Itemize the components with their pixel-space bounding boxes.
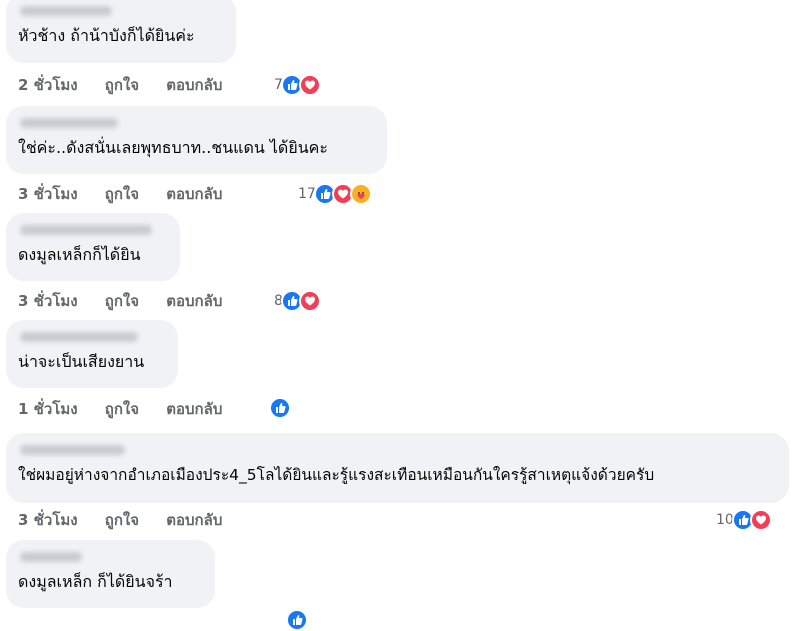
comment-text: หัวช้าง ถ้าน้าบังก็ได้ยินค่ะ: [18, 26, 195, 45]
like-icon: [269, 397, 291, 419]
reaction-summary[interactable]: [269, 397, 291, 419]
like-icon: [286, 609, 308, 631]
comment-actions: 3 ชั่วโมง ถูกใจ ตอบกลับ: [18, 289, 244, 313]
like-button[interactable]: ถูกใจ: [105, 397, 139, 421]
love-icon: [298, 290, 321, 312]
comment-actions: 2 ชั่วโมง ถูกใจ ตอบกลับ: [18, 73, 244, 97]
timestamp[interactable]: 3 ชั่วโมง: [18, 289, 78, 313]
reaction-summary[interactable]: 7: [274, 74, 321, 96]
comment-text: ใช่ค่ะ..ดังสนั่นเลยพุทธบาท..ชนแดน ได้ยิน…: [18, 138, 328, 157]
reaction-summary[interactable]: 17: [298, 183, 372, 205]
author-name-blurred[interactable]: [20, 6, 112, 16]
like-button[interactable]: ถูกใจ: [105, 182, 139, 206]
care-icon: [349, 183, 372, 205]
author-name-blurred[interactable]: [20, 445, 125, 455]
reply-button[interactable]: ตอบกลับ: [166, 508, 222, 532]
timestamp[interactable]: 2 ชั่วโมง: [18, 73, 78, 97]
comment-bubble[interactable]: ดงมูลเหล็ก ก็ได้ยินจร้า: [6, 540, 215, 608]
comment-actions: 3 ชั่วโมง ถูกใจ ตอบกลับ: [18, 508, 244, 532]
love-icon: [749, 509, 772, 531]
comment-bubble[interactable]: ดงมูลเหล็กก็ได้ยิน: [6, 213, 180, 281]
comment-actions: 3 ชั่วโมง ถูกใจ ตอบกลับ: [18, 182, 244, 206]
comment-actions: 1 ชั่วโมง ถูกใจ ตอบกลับ: [18, 397, 244, 421]
reply-button[interactable]: ตอบกลับ: [166, 397, 222, 421]
comment-text: ดงมูลเหล็ก ก็ได้ยินจร้า: [18, 572, 173, 591]
author-name-blurred[interactable]: [20, 552, 82, 562]
timestamp[interactable]: 1 ชั่วโมง: [18, 397, 78, 421]
like-button[interactable]: ถูกใจ: [105, 73, 139, 97]
reply-button[interactable]: ตอบกลับ: [166, 73, 222, 97]
reply-button[interactable]: ตอบกลับ: [166, 182, 222, 206]
like-button[interactable]: ถูกใจ: [105, 508, 139, 532]
comment-bubble[interactable]: หัวช้าง ถ้าน้าบังก็ได้ยินค่ะ: [6, 0, 236, 63]
reply-button[interactable]: ตอบกลับ: [166, 289, 222, 313]
comment-text: ดงมูลเหล็กก็ได้ยิน: [18, 245, 141, 264]
comment-bubble[interactable]: น่าจะเป็นเสียงยาน: [6, 320, 178, 388]
timestamp[interactable]: 3 ชั่วโมง: [18, 508, 78, 532]
comment-text: น่าจะเป็นเสียงยาน: [18, 352, 145, 371]
comment-bubble[interactable]: ใช่ค่ะ..ดังสนั่นเลยพุทธบาท..ชนแดน ได้ยิน…: [6, 106, 387, 174]
author-name-blurred[interactable]: [20, 225, 152, 235]
like-button[interactable]: ถูกใจ: [105, 289, 139, 313]
timestamp[interactable]: 3 ชั่วโมง: [18, 182, 78, 206]
comment-text: ใช่ผมอยู่ห่างจากอำเภอเมืองประ4_5โลได้ยิน…: [18, 466, 655, 484]
love-icon: [298, 74, 321, 96]
author-name-blurred[interactable]: [20, 118, 118, 128]
reaction-summary[interactable]: 8: [274, 290, 321, 312]
author-name-blurred[interactable]: [20, 332, 138, 342]
comment-bubble[interactable]: ใช่ผมอยู่ห่างจากอำเภอเมืองประ4_5โลได้ยิน…: [6, 433, 789, 503]
reaction-summary[interactable]: [286, 609, 308, 631]
reaction-summary[interactable]: 10: [716, 509, 772, 531]
